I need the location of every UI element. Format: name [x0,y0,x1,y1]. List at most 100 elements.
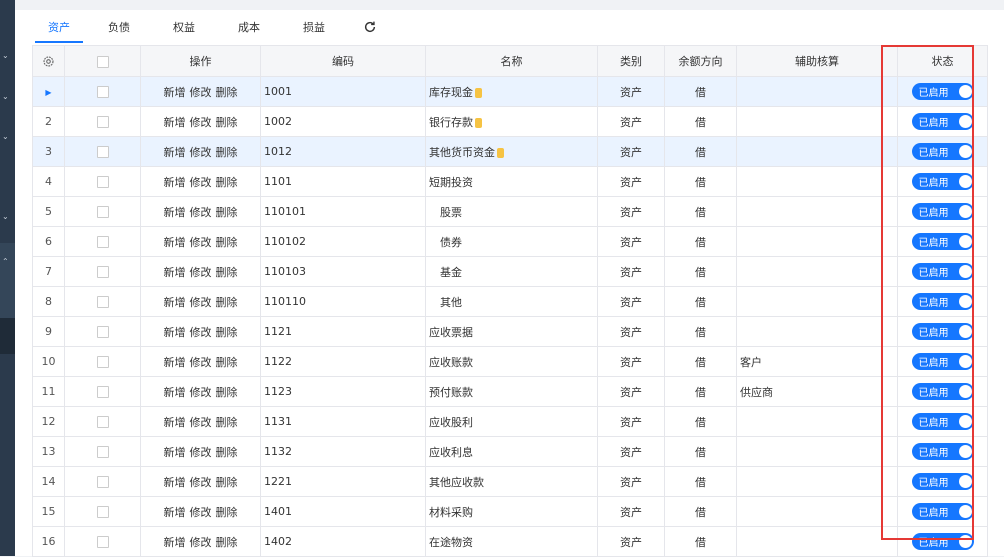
status-toggle[interactable]: 已启用 [911,533,974,550]
add-link[interactable]: 新增 [164,176,186,189]
select-all-checkbox[interactable] [96,55,109,68]
row-checkbox[interactable] [96,416,109,428]
add-link[interactable]: 新增 [164,446,186,459]
add-link[interactable]: 新增 [164,146,186,159]
edit-link[interactable]: 修改 [190,416,212,429]
status-toggle[interactable]: 已启用 [911,443,974,460]
row-checkbox[interactable] [96,206,109,218]
table-row[interactable]: 3 新增 修改 删除 1012 其他货币资金 资产借已启用 [32,136,988,167]
chevron-up-icon[interactable]: ⌃ [2,258,9,266]
row-checkbox[interactable] [96,476,109,488]
table-row[interactable]: 9 新增 修改 删除 1121 应收票据 资产借已启用 [32,316,988,347]
row-checkbox[interactable] [96,176,109,188]
add-link[interactable]: 新增 [164,506,186,519]
edit-link[interactable]: 修改 [190,236,212,249]
add-link[interactable]: 新增 [164,416,186,429]
edit-link[interactable]: 修改 [190,266,212,279]
delete-link[interactable]: 删除 [216,116,238,129]
status-toggle[interactable]: 已启用 [911,173,974,190]
row-checkbox[interactable] [96,116,109,128]
table-row[interactable]: 7 新增 修改 删除 110103 基金 资产借已启用 [32,256,988,287]
add-link[interactable]: 新增 [164,86,186,99]
row-checkbox[interactable] [96,146,109,158]
edit-link[interactable]: 修改 [190,356,212,369]
row-checkbox[interactable] [96,536,109,548]
delete-link[interactable]: 删除 [216,446,238,459]
delete-link[interactable]: 删除 [216,326,238,339]
tab-liabilities[interactable]: 负债 [103,19,135,41]
table-row[interactable]: 5 新增 修改 删除 110101 股票 资产借已启用 [32,196,988,227]
delete-link[interactable]: 删除 [216,146,238,159]
table-row[interactable]: 13 新增 修改 删除 1132 应收利息 资产借已启用 [32,436,988,467]
add-link[interactable]: 新增 [164,206,186,219]
status-toggle[interactable]: 已启用 [911,263,974,280]
add-link[interactable]: 新增 [164,236,186,249]
gear-icon[interactable] [42,55,55,68]
edit-link[interactable]: 修改 [190,446,212,459]
status-toggle[interactable]: 已启用 [911,113,974,130]
add-link[interactable]: 新增 [164,296,186,309]
row-checkbox[interactable] [96,386,109,398]
edit-link[interactable]: 修改 [190,476,212,489]
table-row[interactable]: 12 新增 修改 删除 1131 应收股利 资产借已启用 [32,406,988,437]
status-toggle[interactable]: 已启用 [911,293,974,310]
delete-link[interactable]: 删除 [216,356,238,369]
delete-link[interactable]: 删除 [216,176,238,189]
edit-link[interactable]: 修改 [190,176,212,189]
tab-cost[interactable]: 成本 [233,19,265,41]
table-row[interactable]: 11 新增 修改 删除 1123 预付账款 资产借供应商 已启用 [32,376,988,407]
table-row[interactable]: 4 新增 修改 删除 1101 短期投资 资产借已启用 [32,166,988,197]
add-link[interactable]: 新增 [164,476,186,489]
delete-link[interactable]: 删除 [216,506,238,519]
edit-link[interactable]: 修改 [190,506,212,519]
delete-link[interactable]: 删除 [216,476,238,489]
add-link[interactable]: 新增 [164,356,186,369]
delete-link[interactable]: 删除 [216,206,238,219]
table-row[interactable]: 15 新增 修改 删除 1401 材料采购 资产借已启用 [32,496,988,527]
tab-assets[interactable]: 资产 [35,19,83,43]
edit-link[interactable]: 修改 [190,386,212,399]
edit-link[interactable]: 修改 [190,206,212,219]
add-link[interactable]: 新增 [164,326,186,339]
table-row[interactable]: 14 新增 修改 删除 1221 其他应收款 资产借已启用 [32,466,988,497]
add-link[interactable]: 新增 [164,386,186,399]
table-row[interactable]: 8 新增 修改 删除 110110 其他 资产借已启用 [32,286,988,317]
sidebar-selected-item[interactable] [0,318,15,354]
row-checkbox[interactable] [96,296,109,308]
row-checkbox[interactable] [96,86,109,98]
delete-link[interactable]: 删除 [216,416,238,429]
edit-link[interactable]: 修改 [190,536,212,549]
status-toggle[interactable]: 已启用 [911,353,974,370]
delete-link[interactable]: 删除 [216,296,238,309]
status-toggle[interactable]: 已启用 [911,143,974,160]
row-checkbox[interactable] [96,506,109,518]
status-toggle[interactable]: 已启用 [911,233,974,250]
add-link[interactable]: 新增 [164,266,186,279]
row-checkbox[interactable] [96,266,109,278]
chevron-down-icon[interactable]: ⌄ [2,93,9,101]
delete-link[interactable]: 删除 [216,236,238,249]
status-toggle[interactable]: 已启用 [911,383,974,400]
table-row[interactable]: 6 新增 修改 删除 110102 债券 资产借已启用 [32,226,988,257]
chevron-down-icon[interactable]: ⌄ [2,52,9,60]
chevron-down-icon[interactable]: ⌄ [2,133,9,141]
status-toggle[interactable]: 已启用 [911,83,974,100]
table-row[interactable]: 10 新增 修改 删除 1122 应收账款 资产借客户 已启用 [32,346,988,377]
row-checkbox[interactable] [96,356,109,368]
status-toggle[interactable]: 已启用 [911,503,974,520]
tab-equity[interactable]: 权益 [168,19,200,41]
edit-link[interactable]: 修改 [190,296,212,309]
refresh-icon[interactable] [363,20,377,34]
edit-link[interactable]: 修改 [190,146,212,159]
row-checkbox[interactable] [96,446,109,458]
add-link[interactable]: 新增 [164,536,186,549]
add-link[interactable]: 新增 [164,116,186,129]
status-toggle[interactable]: 已启用 [911,323,974,340]
delete-link[interactable]: 删除 [216,266,238,279]
row-checkbox[interactable] [96,236,109,248]
table-row[interactable]: 16 新增 修改 删除 1402 在途物资 资产借已启用 [32,526,988,557]
status-toggle[interactable]: 已启用 [911,413,974,430]
edit-link[interactable]: 修改 [190,326,212,339]
edit-link[interactable]: 修改 [190,116,212,129]
tab-profit-loss[interactable]: 损益 [298,19,330,41]
